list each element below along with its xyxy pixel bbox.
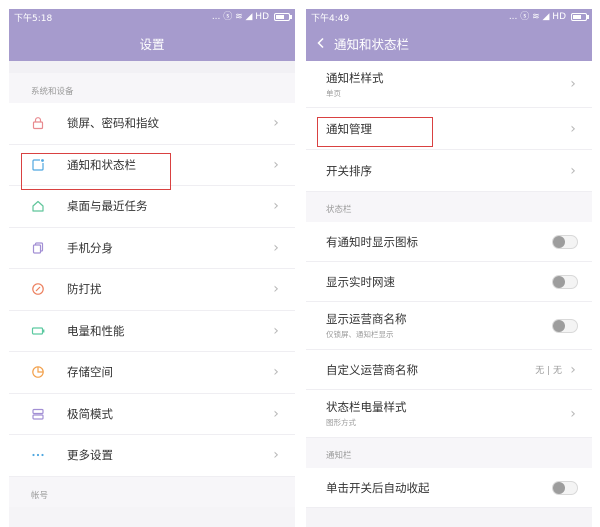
settings-item-more[interactable]: 更多设置 › (9, 435, 295, 477)
item-label: 锁屏、密码和指纹 (67, 116, 159, 131)
status-indicators: ... ⓢ ≋ ◢ HD (211, 11, 269, 22)
setting-toggle-order[interactable]: 开关排序 › (306, 150, 592, 192)
section-title-account: 帐号 (9, 476, 295, 507)
battery-icon (571, 13, 589, 21)
item-label: 自定义运营商名称 (326, 362, 418, 377)
chevron-right-icon: › (570, 405, 576, 422)
item-label: 单击开关后自动收起 (326, 480, 430, 495)
notification-icon (31, 158, 45, 172)
settings-item-lockscreen[interactable]: 锁屏、密码和指纹 › (9, 103, 295, 145)
settings-item-notifications[interactable]: 通知和状态栏 › (9, 144, 295, 186)
settings-item-battery[interactable]: 电量和性能 › (9, 310, 295, 352)
toggle-switch[interactable] (552, 274, 578, 289)
item-label: 存储空间 (67, 365, 113, 380)
chevron-right-icon: › (273, 447, 279, 464)
chevron-right-icon: › (570, 76, 576, 92)
page-title: 通知和状态栏 (334, 36, 410, 52)
title-bar: 设置 (9, 25, 295, 61)
chevron-right-icon: › (273, 405, 279, 422)
item-label: 桌面与最近任务 (67, 199, 148, 214)
status-icons: ... ⓢ ≋ ◢ HD (508, 11, 589, 22)
chevron-right-icon: › (273, 198, 279, 215)
chevron-right-icon: › (570, 120, 576, 137)
settings-screen: 下午5:18 ... ⓢ ≋ ◢ HD 设置 系统和设备 锁屏、密码和指纹 › … (9, 9, 295, 527)
setting-show-network-speed[interactable]: 显示实时网速 (306, 262, 592, 302)
setting-battery-style[interactable]: 状态栏电量样式 图形方式 › (306, 390, 592, 438)
title-bar: 通知和状态栏 (306, 25, 592, 61)
status-time: 下午5:18 (14, 13, 53, 24)
item-label: 显示运营商名称 (326, 312, 407, 326)
item-label: 通知和状态栏 (67, 157, 136, 172)
notification-settings-screen: 下午4:49 ... ⓢ ≋ ◢ HD 通知和状态栏 通知栏样式 单页 › 通知… (306, 9, 592, 527)
compass-icon (31, 282, 45, 296)
page-title: 设置 (139, 36, 165, 52)
settings-item-second-space[interactable]: 手机分身 › (9, 227, 295, 269)
setting-notification-bar-style[interactable]: 通知栏样式 单页 › (306, 61, 592, 108)
item-sublabel: 单页 (326, 88, 341, 98)
lock-icon (31, 116, 45, 130)
item-sublabel: 图形方式 (326, 418, 356, 427)
status-indicators: ... ⓢ ≋ ◢ HD (508, 11, 566, 22)
toggle-switch[interactable] (552, 480, 578, 495)
battery-icon (274, 13, 292, 21)
chevron-right-icon: › (273, 156, 279, 173)
chevron-right-icon: › (570, 162, 576, 179)
battery-icon (31, 324, 45, 338)
setting-custom-carrier-name[interactable]: 自定义运营商名称 无 | 无 › (306, 350, 592, 390)
more-icon (31, 448, 45, 462)
toggle-switch[interactable] (552, 234, 578, 249)
pie-icon (31, 365, 45, 379)
settings-item-simple-mode[interactable]: 极简模式 › (9, 393, 295, 435)
item-label: 极简模式 (67, 406, 113, 421)
section-title-notification-bar: 通知栏 (306, 438, 592, 468)
back-arrow-icon[interactable] (308, 37, 334, 49)
chevron-right-icon: › (273, 281, 279, 298)
item-label: 显示实时网速 (326, 274, 395, 289)
home-icon (31, 199, 45, 213)
settings-item-storage[interactable]: 存储空间 › (9, 352, 295, 394)
status-bar: 下午4:49 ... ⓢ ≋ ◢ HD (306, 9, 592, 25)
item-label: 有通知时显示图标 (326, 234, 418, 249)
status-icons: ... ⓢ ≋ ◢ HD (211, 11, 292, 22)
chevron-right-icon: › (273, 115, 279, 132)
setting-auto-collapse[interactable]: 单击开关后自动收起 (306, 468, 592, 508)
item-label: 状态栏电量样式 (326, 400, 407, 414)
settings-item-do-not-disturb[interactable]: 防打扰 › (9, 269, 295, 311)
setting-notification-management[interactable]: 通知管理 › (306, 108, 592, 150)
item-label: 防打扰 (67, 282, 102, 297)
item-label: 通知栏样式 (326, 70, 384, 85)
item-sublabel: 仅锁屏、通知栏显示 (326, 330, 394, 339)
settings-item-desktop[interactable]: 桌面与最近任务 › (9, 186, 295, 228)
item-label: 更多设置 (67, 448, 113, 463)
item-label: 手机分身 (67, 240, 113, 255)
item-label: 通知管理 (326, 121, 372, 136)
section-title-system: 系统和设备 (9, 73, 295, 103)
item-label: 开关排序 (326, 163, 372, 178)
status-time: 下午4:49 (311, 13, 350, 24)
chevron-right-icon: › (570, 361, 576, 378)
item-label: 电量和性能 (67, 323, 125, 338)
spacer (9, 61, 295, 73)
section-title-statusbar: 状态栏 (306, 192, 592, 222)
chevron-right-icon: › (273, 239, 279, 256)
toggle-switch[interactable] (552, 318, 578, 333)
chevron-right-icon: › (273, 322, 279, 339)
chevron-right-icon: › (273, 364, 279, 381)
setting-show-carrier-name[interactable]: 显示运营商名称 仅锁屏、通知栏显示 (306, 302, 592, 350)
setting-show-notification-icons[interactable]: 有通知时显示图标 (306, 222, 592, 262)
clone-icon (31, 241, 45, 255)
status-bar: 下午5:18 ... ⓢ ≋ ◢ HD (9, 9, 295, 25)
item-value: 无 | 无 (535, 366, 562, 376)
layers-icon (31, 407, 45, 421)
